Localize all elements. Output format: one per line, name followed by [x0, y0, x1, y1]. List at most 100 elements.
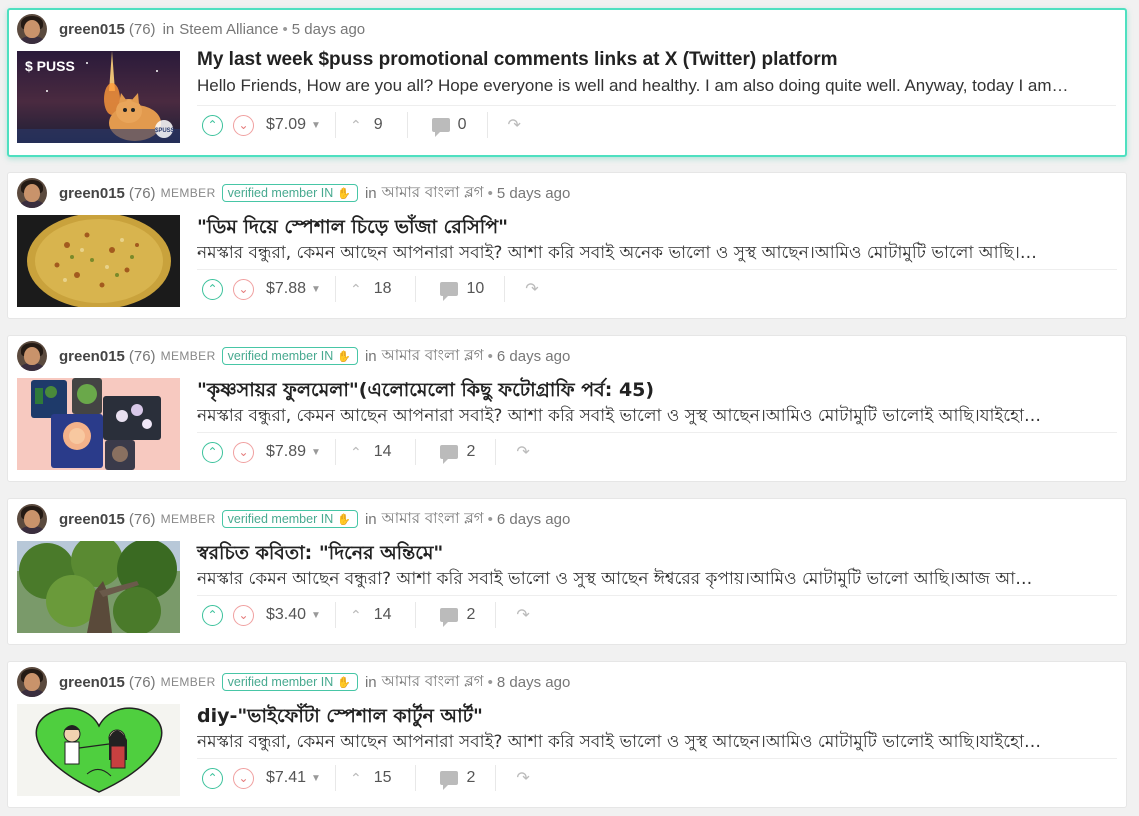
reblog-icon[interactable]: ↷ [525, 279, 538, 299]
post-author-row: green015 (76) in Steem Alliance • 5 days… [17, 14, 365, 44]
separator [406, 112, 408, 138]
payout-value: $7.88 [266, 280, 307, 297]
payout-dropdown[interactable]: $7.88 ▼ [266, 280, 321, 298]
post-thumbnail[interactable] [17, 215, 180, 307]
avatar[interactable] [17, 667, 47, 697]
post-thumbnail[interactable] [17, 541, 180, 633]
community-link[interactable]: আমার বাংলা ব্লগ [382, 670, 484, 695]
post-card[interactable]: green015 (76) MEMBER verified member IN ✋… [7, 335, 1127, 482]
comments-link[interactable]: 2 [440, 769, 475, 790]
speech-bubble-icon [440, 771, 459, 790]
post-thumbnail[interactable]: $ PUSS $PUSS [17, 51, 180, 143]
post-timestamp[interactable]: 5 days ago [497, 185, 570, 202]
comments-link[interactable]: 0 [431, 116, 467, 137]
post-summary[interactable]: Hello Friends, How are you all? Hope eve… [197, 76, 1119, 96]
chevron-up-icon: ⌃ [349, 769, 362, 786]
payout-dropdown[interactable]: $3.40 ▼ [266, 606, 321, 624]
votes-count[interactable]: ⌃ 14 [350, 606, 392, 624]
avatar[interactable] [17, 341, 47, 371]
downvote-icon[interactable]: ⌄ [233, 767, 254, 789]
avatar[interactable] [17, 178, 47, 208]
in-label: in [364, 347, 377, 365]
chevron-up-icon: ⌃ [349, 280, 362, 297]
votes-count[interactable]: ⌃ 9 [350, 116, 383, 134]
speech-bubble-icon [440, 445, 459, 464]
separator [334, 276, 336, 302]
chevron-up-icon: ⌃ [349, 606, 362, 623]
author-link[interactable]: green015 [59, 348, 125, 365]
post-title[interactable]: My last week $puss promotional comments … [197, 49, 838, 71]
post-summary[interactable]: নমস্কার বন্ধুরা, কেমন আছেন আপনারা সবাই? … [197, 240, 1119, 268]
votes-value: 14 [373, 606, 392, 623]
community-link[interactable]: আমার বাংলা ব্লগ [382, 507, 484, 532]
caret-down-icon: ▼ [311, 446, 321, 458]
upvote-icon[interactable]: ⌃ [202, 767, 223, 789]
post-actions: ⌃ ⌄ $7.89 ▼ ⌃ 14 2 ↷ [202, 439, 530, 465]
comments-value: 2 [466, 443, 476, 460]
post-author-row: green015 (76) MEMBER verified member IN ✋… [17, 341, 570, 371]
author-link[interactable]: green015 [59, 511, 125, 528]
post-card[interactable]: green015 (76) MEMBER verified member IN ✋… [7, 498, 1127, 645]
votes-count[interactable]: ⌃ 18 [350, 280, 392, 298]
community-link[interactable]: আমার বাংলা ব্লগ [382, 181, 484, 206]
post-thumbnail[interactable] [17, 704, 180, 796]
payout-value: $7.09 [266, 116, 307, 133]
payout-dropdown[interactable]: $7.89 ▼ [266, 443, 321, 461]
downvote-icon[interactable]: ⌄ [233, 114, 254, 136]
post-actions: ⌃ ⌄ $7.09 ▼ ⌃ 9 0 ↷ [202, 112, 521, 138]
reblog-icon[interactable]: ↷ [516, 605, 529, 625]
payout-dropdown[interactable]: $7.09 ▼ [266, 116, 321, 134]
community-link[interactable]: Steem Alliance [179, 21, 278, 38]
downvote-icon[interactable]: ⌄ [233, 604, 254, 626]
hand-icon: ✋ [337, 187, 351, 200]
post-timestamp[interactable]: 5 days ago [292, 21, 365, 38]
reblog-icon[interactable]: ↷ [516, 768, 529, 788]
post-summary[interactable]: নমস্কার কেমন আছেন বন্ধুরা? আশা করি সবাই … [197, 566, 1119, 594]
post-card[interactable]: green015 (76) MEMBER verified member IN ✋… [7, 661, 1127, 808]
post-timestamp[interactable]: 6 days ago [497, 348, 570, 365]
author-link[interactable]: green015 [59, 185, 125, 202]
author-link[interactable]: green015 [59, 674, 125, 691]
separator [334, 765, 336, 791]
community-link[interactable]: আমার বাংলা ব্লগ [382, 344, 484, 369]
votes-count[interactable]: ⌃ 14 [350, 443, 392, 461]
in-label: in [162, 20, 175, 38]
speech-bubble-icon [440, 282, 459, 301]
upvote-icon[interactable]: ⌃ [202, 441, 223, 463]
votes-value: 15 [373, 769, 392, 786]
upvote-icon[interactable]: ⌃ [202, 604, 223, 626]
author-reputation: (76) [128, 673, 156, 691]
post-card[interactable]: green015 (76) MEMBER verified member IN ✋… [7, 172, 1127, 319]
post-summary[interactable]: নমস্কার বন্ধুরা, কেমন আছেন আপনারা সবাই? … [197, 403, 1119, 431]
post-card[interactable]: green015 (76) in Steem Alliance • 5 days… [7, 8, 1127, 157]
separator-dot: • [487, 673, 493, 691]
payout-value: $7.41 [266, 769, 307, 786]
votes-count[interactable]: ⌃ 15 [350, 769, 392, 787]
separator [495, 602, 497, 628]
thumb-logo-text: $PUSS [155, 128, 175, 134]
author-link[interactable]: green015 [59, 21, 125, 38]
avatar[interactable] [17, 504, 47, 534]
author-reputation: (76) [128, 20, 156, 38]
comments-link[interactable]: 10 [440, 280, 484, 301]
post-summary[interactable]: নমস্কার বন্ধুরা, কেমন আছেন আপনারা সবাই? … [197, 729, 1119, 757]
comments-link[interactable]: 2 [440, 443, 476, 464]
comments-link[interactable]: 2 [440, 606, 475, 627]
reblog-icon[interactable]: ↷ [516, 442, 529, 462]
post-timestamp[interactable]: 8 days ago [497, 674, 570, 691]
verified-label: verified member IN [227, 512, 334, 526]
payout-dropdown[interactable]: $7.41 ▼ [266, 769, 321, 787]
post-thumbnail[interactable] [17, 378, 180, 470]
upvote-icon[interactable]: ⌃ [202, 278, 223, 300]
avatar[interactable] [17, 14, 47, 44]
speech-bubble-icon [431, 118, 450, 137]
verified-badge: verified member IN ✋ [221, 673, 358, 691]
downvote-icon[interactable]: ⌄ [233, 441, 254, 463]
reblog-icon[interactable]: ↷ [508, 115, 521, 135]
downvote-icon[interactable]: ⌄ [233, 278, 254, 300]
verified-label: verified member IN [227, 349, 334, 363]
post-timestamp[interactable]: 6 days ago [497, 511, 570, 528]
comments-value: 0 [457, 116, 467, 133]
hand-icon: ✋ [337, 513, 351, 526]
upvote-icon[interactable]: ⌃ [202, 114, 223, 136]
